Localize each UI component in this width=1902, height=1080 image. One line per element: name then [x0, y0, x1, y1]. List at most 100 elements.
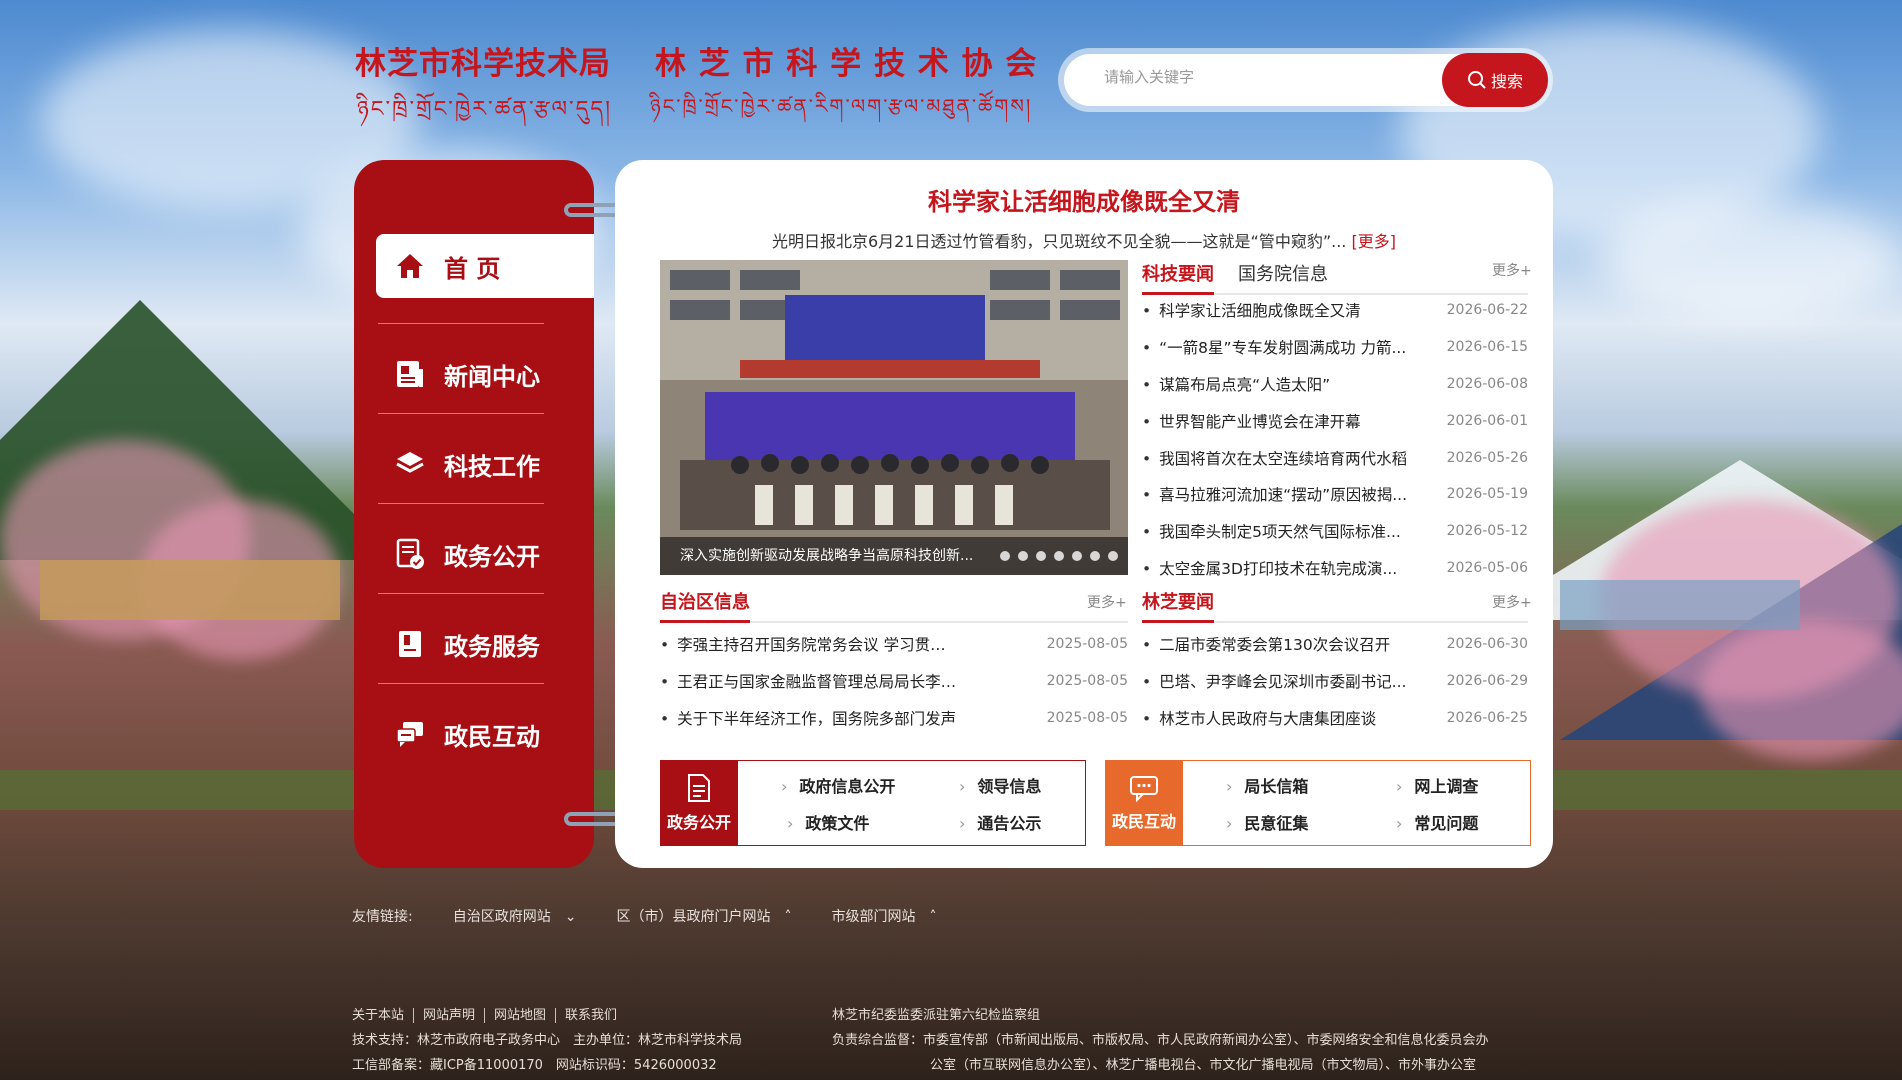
quick-interact-tile[interactable]: 政民互动 — [1105, 760, 1183, 846]
tech-news-item[interactable]: 谋篇布局点亮“人造太阳” 2026-06-08 — [1142, 366, 1528, 403]
linzhi-news-item-date: 2026-06-29 — [1446, 673, 1528, 690]
quick-gov-label: 政务公开 — [666, 813, 731, 832]
nav-item-label: 科技工作 — [444, 452, 540, 481]
select-city-dept-sites[interactable]: 市级部门网站 ˄ — [831, 906, 936, 926]
tech-news-item[interactable]: “一箭8星”专车发射圆满成功 力箭... 2026-06-15 — [1142, 329, 1528, 366]
select-label: 区（市）县政府门户网站 — [616, 909, 771, 925]
select-regional-gov-sites[interactable]: 自治区政府网站 ⌄ — [453, 906, 577, 926]
link-faq[interactable]: 常见问题 — [1396, 810, 1478, 834]
tech-news-item[interactable]: 我国将首次在太空连续培育两代水稻 2026-05-26 — [1142, 439, 1528, 476]
chevron-up-icon: ˄ — [929, 909, 937, 925]
nav-item-home[interactable]: 首 页 — [376, 234, 594, 298]
linzhi-news-item[interactable]: 二届市委常委会第130次会议召开 2026-06-30 — [1142, 626, 1528, 663]
chevron-up-icon: ˄ — [784, 909, 792, 925]
tab-tech-news[interactable]: 科技要闻 — [1142, 260, 1214, 295]
linzhi-news-header: 林芝要闻 — [1142, 588, 1528, 623]
tech-news-item-date: 2026-05-19 — [1446, 486, 1528, 503]
nav-item-label: 政务服务 — [444, 632, 540, 661]
quick-gov-tile[interactable]: 政务公开 — [660, 760, 738, 846]
logo-title-association: 林 芝 市 科 学 技 术 协 会 — [655, 46, 1038, 82]
tech-news-item[interactable]: 喜马拉雅河流加速“摆动”原因被揭... 2026-05-19 — [1142, 476, 1528, 513]
tech-news-item[interactable]: 科学家让活细胞成像既全又清 2026-06-22 — [1142, 292, 1528, 329]
nav-item-gov-affairs[interactable]: 政务公开 — [376, 522, 594, 586]
tech-news-item-date: 2026-05-06 — [1446, 559, 1528, 576]
select-county-gov-sites[interactable]: 区（市）县政府门户网站 ˄ — [616, 906, 791, 926]
home-icon — [394, 250, 426, 282]
footer-icp: 工信部备案：藏ICP备11000170 网站标识码：5426000032 — [352, 1058, 717, 1073]
slider-dot[interactable] — [1036, 551, 1046, 561]
slider-dots — [1000, 551, 1118, 561]
region-news-item[interactable]: 李强主持召开国务院常务会议 学习贯彻习... 2025-08-05 — [660, 626, 1128, 663]
region-news-item-date: 2025-08-05 — [1046, 709, 1128, 726]
linzhi-news-item-title: 二届市委常委会第130次会议召开 — [1142, 633, 1390, 655]
nav-item-news[interactable]: 新闻中心 — [376, 342, 594, 406]
linzhi-news-item-title: 巴塔、尹李峰会见深圳市委副书记... — [1142, 670, 1406, 692]
select-label: 市级部门网站 — [831, 909, 916, 925]
photo-slider[interactable]: 深入实施创新驱动发展战略争当高原科技创新... — [660, 260, 1128, 575]
linzhi-news-list: 二届市委常委会第130次会议召开 2026-06-30 巴塔、尹李峰会见深圳市委副书… — [1142, 626, 1528, 736]
footer-links: 关于本站 网站声明 网站地图 联系我们 — [352, 1004, 626, 1023]
slider-dot[interactable] — [1072, 551, 1082, 561]
link-gov-info[interactable]: 政府信息公开 — [781, 773, 895, 797]
tech-news-item-date: 2026-06-08 — [1446, 375, 1528, 392]
linzhi-news-more-link[interactable]: 更多+ — [1492, 592, 1532, 612]
news-icon — [394, 358, 426, 390]
quick-gov-box: 政务公开 政府信息公开 领导信息 政策文件 通告公示 — [660, 760, 1086, 846]
link-online-survey[interactable]: 网上调查 — [1396, 773, 1478, 797]
footer-supervisor: 林芝市纪委监委派驻第六纪检监察组 — [832, 1008, 1041, 1023]
linzhi-news-item[interactable]: 林芝市人民政府与大唐集团座谈 2026-06-25 — [1142, 700, 1528, 737]
region-news-title[interactable]: 自治区信息 — [660, 588, 750, 623]
slider-dot[interactable] — [1018, 551, 1028, 561]
tech-news-item-title: 谋篇布局点亮“人造太阳” — [1142, 373, 1330, 395]
region-news-item-date: 2025-08-05 — [1046, 636, 1128, 653]
layers-icon — [394, 448, 426, 480]
tech-news-item-title: 我国将首次在太空连续培育两代水稻 — [1142, 447, 1407, 469]
footer-link-sitemap[interactable]: 网站地图 — [485, 1008, 557, 1023]
logo-tibetan-bureau: ཉིང་ཁྲི་གྲོང་ཁྱེར་ཚན་རྩལ་དུད། — [357, 97, 612, 122]
search-bar: 搜索 — [1058, 48, 1553, 112]
headline-summary: 光明日报北京6月21日透过竹管看豹，只见斑纹不见全貌——这就是“管中窥豹”...… — [615, 228, 1553, 252]
link-director-mailbox[interactable]: 局长信箱 — [1226, 773, 1308, 797]
nav-item-gov-service[interactable]: 政务服务 — [376, 612, 594, 676]
tech-news-item-date: 2026-06-15 — [1446, 339, 1528, 356]
slider-dot[interactable] — [1054, 551, 1064, 561]
linzhi-news-item[interactable]: 巴塔、尹李峰会见深圳市委副书记... 2026-06-29 — [1142, 663, 1528, 700]
tab-state-council[interactable]: 国务院信息 — [1238, 260, 1328, 293]
search-input[interactable] — [1104, 68, 1404, 86]
slider-dot[interactable] — [1090, 551, 1100, 561]
link-policy-docs[interactable]: 政策文件 — [787, 810, 869, 834]
tech-news-item[interactable]: 太空金属3D打印技术在轨完成演... 2026-05-06 — [1142, 550, 1528, 587]
region-news-item[interactable]: 王君正与国家金融监督管理总局局长李云泽... 2025-08-05 — [660, 663, 1128, 700]
search-button-label: 搜索 — [1490, 72, 1523, 91]
tech-news-item[interactable]: 我国牵头制定5项天然气国际标准... 2026-05-12 — [1142, 513, 1528, 550]
footer-link-statement[interactable]: 网站声明 — [414, 1008, 486, 1023]
search-icon — [1467, 71, 1486, 89]
link-leader-info[interactable]: 领导信息 — [959, 773, 1041, 797]
tech-news-more-link[interactable]: 更多+ — [1492, 260, 1532, 280]
footer-link-about[interactable]: 关于本站 — [352, 1008, 415, 1023]
region-news-more-link[interactable]: 更多+ — [1087, 592, 1127, 612]
slider-dot[interactable] — [1000, 551, 1010, 561]
footer-link-contact[interactable]: 联系我们 — [556, 1008, 626, 1023]
search-button[interactable]: 搜索 — [1442, 53, 1548, 107]
nav-item-interaction[interactable]: 政民互动 — [376, 702, 594, 766]
tech-news-item-title: 科学家让活细胞成像既全又清 — [1142, 299, 1361, 321]
linzhi-news-title[interactable]: 林芝要闻 — [1142, 588, 1214, 623]
tech-news-item[interactable]: 世界智能产业博览会在津开幕 2026-06-01 — [1142, 402, 1528, 439]
region-news-item[interactable]: 关于下半年经济工作，国务院多部门发声 2025-08-05 — [660, 700, 1128, 737]
headline-more-link[interactable]: [更多] — [1351, 232, 1396, 251]
tech-news-item-title: 我国牵头制定5项天然气国际标准... — [1142, 520, 1401, 542]
nav-item-tech-work[interactable]: 科技工作 — [376, 432, 594, 496]
headline-title[interactable]: 科学家让活细胞成像既全又清 — [615, 182, 1553, 217]
nav-item-label: 首 页 — [444, 254, 501, 283]
main-nav: 首 页 新闻中心 科技工作 政务公开 政务服务 政民互动 — [354, 160, 594, 868]
tech-news-item-date: 2026-06-22 — [1446, 302, 1528, 319]
slider-dot[interactable] — [1108, 551, 1118, 561]
region-news-header: 自治区信息 — [660, 588, 1128, 623]
nav-item-label: 政务公开 — [444, 542, 540, 571]
region-news-item-title: 关于下半年经济工作，国务院多部门发声 — [660, 707, 956, 729]
linzhi-news-item-date: 2026-06-25 — [1446, 709, 1528, 726]
linzhi-news-item-title: 林芝市人民政府与大唐集团座谈 — [1142, 707, 1376, 729]
link-notices[interactable]: 通告公示 — [959, 810, 1041, 834]
link-opinion-collection[interactable]: 民意征集 — [1226, 810, 1308, 834]
